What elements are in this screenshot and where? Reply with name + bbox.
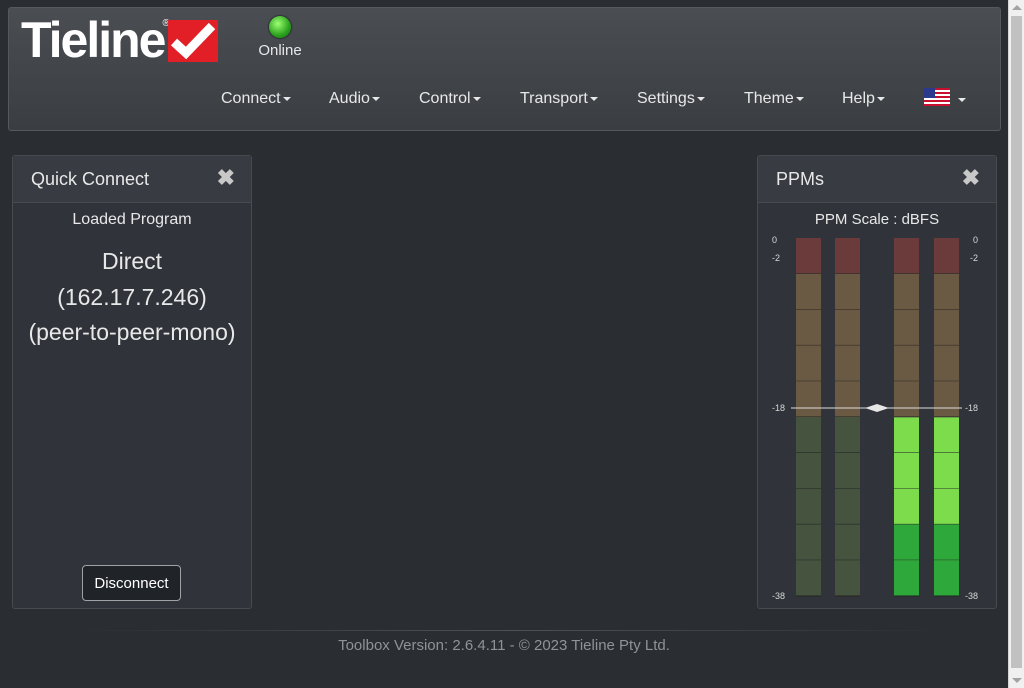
ppm-active-segment bbox=[894, 452, 919, 489]
disconnect-button[interactable]: Disconnect bbox=[82, 565, 181, 601]
nav-help[interactable]: Help bbox=[842, 90, 885, 108]
nav-help-label: Help bbox=[842, 90, 875, 107]
nav-transport-label: Transport bbox=[520, 90, 588, 107]
ppm-active-segment bbox=[934, 524, 959, 561]
program-mode: (peer-to-peer-mono) bbox=[28, 319, 236, 345]
ppm-reference-marker-icon bbox=[865, 404, 889, 412]
ppm-segment bbox=[894, 238, 919, 274]
ppm-segment bbox=[894, 273, 919, 310]
nav-settings-label: Settings bbox=[637, 90, 695, 107]
ppm-active-segment bbox=[894, 417, 919, 453]
ppm-segment bbox=[796, 238, 821, 274]
ppm-segment bbox=[934, 238, 959, 274]
ppm-active-segment bbox=[934, 452, 959, 489]
ppm-segment bbox=[835, 560, 860, 596]
ppm-active-segment bbox=[934, 488, 959, 525]
logo-text: Tieline bbox=[21, 12, 166, 68]
caret-down-icon bbox=[876, 96, 885, 101]
scroll-up-icon[interactable] bbox=[1012, 5, 1022, 10]
ppm-segment bbox=[934, 309, 959, 346]
ppm-segment bbox=[835, 273, 860, 310]
ppm-segment bbox=[796, 560, 821, 596]
us-flag-icon bbox=[924, 88, 950, 111]
caret-down-icon bbox=[371, 96, 380, 101]
ppm-active-segment bbox=[894, 524, 919, 561]
tieline-logo: Tieline ® bbox=[21, 14, 218, 66]
ppm-segment bbox=[835, 309, 860, 346]
program-name: Direct bbox=[101, 248, 163, 274]
ppm-segment bbox=[894, 309, 919, 346]
nav-audio[interactable]: Audio bbox=[329, 90, 380, 108]
ppm-segment bbox=[835, 238, 860, 274]
ppm-active-segment bbox=[934, 417, 959, 453]
caret-down-icon bbox=[282, 96, 291, 101]
ppm-segment bbox=[835, 417, 860, 453]
nav-connect-label: Connect bbox=[221, 90, 281, 107]
vertical-scrollbar[interactable] bbox=[1008, 0, 1024, 688]
ppm-segment bbox=[835, 345, 860, 382]
nav-theme-label: Theme bbox=[744, 90, 794, 107]
ppm-segment bbox=[835, 381, 860, 417]
ppm-tick-label: -2 bbox=[970, 253, 978, 263]
ppm-tick-label: -38 bbox=[965, 591, 978, 601]
nav-connect[interactable]: Connect bbox=[221, 90, 291, 108]
nav-control-label: Control bbox=[419, 90, 471, 107]
ppm-segment bbox=[796, 417, 821, 453]
nav-theme[interactable]: Theme bbox=[744, 90, 804, 108]
ppm-segment bbox=[796, 345, 821, 382]
nav-audio-label: Audio bbox=[329, 90, 370, 107]
close-icon[interactable]: ✖ bbox=[217, 167, 235, 189]
ppm-tick-label: 0 bbox=[973, 235, 978, 245]
ppm-active-segment bbox=[934, 560, 959, 596]
ppm-meters: 0 0 -2 -2 -18 -18 -38 -38 bbox=[772, 235, 978, 601]
caret-down-icon bbox=[589, 96, 598, 101]
ppm-segment bbox=[796, 452, 821, 489]
quick-connect-panel: Quick Connect ✖ Loaded Program Direct (1… bbox=[12, 155, 252, 609]
ppms-panel: PPMs ✖ PPM Scale : dBFS 0 0 -2 -2 -18 -18 -38-… bbox=[757, 155, 997, 609]
ppm-tick-label: -2 bbox=[772, 253, 780, 263]
nav-control[interactable]: Control bbox=[419, 90, 481, 108]
ppm-tick-label: -18 bbox=[965, 403, 978, 413]
loaded-program-label: Loaded Program bbox=[72, 211, 192, 228]
main-nav: Connect Audio Control Transport Settings… bbox=[9, 88, 1000, 112]
quick-connect-header: Quick Connect ✖ bbox=[13, 156, 251, 203]
status-led-icon bbox=[269, 16, 291, 38]
ppm-tick-label: -18 bbox=[772, 403, 785, 413]
caret-down-icon bbox=[472, 96, 481, 101]
app-header: Tieline ® Online Connect Audio Control T… bbox=[8, 7, 1001, 131]
ppm-segment bbox=[835, 524, 860, 561]
ppm-segment bbox=[934, 381, 959, 417]
ppm-segment bbox=[835, 488, 860, 525]
ppm-segment bbox=[835, 452, 860, 489]
footer-divider bbox=[70, 630, 950, 631]
ppm-segment bbox=[796, 524, 821, 561]
program-ip: (162.17.7.246) bbox=[57, 284, 207, 310]
ppm-segment bbox=[934, 345, 959, 382]
ppm-active-segment bbox=[894, 488, 919, 525]
ppm-segment bbox=[796, 381, 821, 417]
caret-down-icon bbox=[696, 96, 705, 101]
nav-transport[interactable]: Transport bbox=[520, 90, 598, 108]
scroll-down-icon[interactable] bbox=[1012, 678, 1022, 683]
ppm-tick-label: 0 bbox=[772, 235, 777, 245]
ppm-segment bbox=[796, 488, 821, 525]
panel-title: Quick Connect bbox=[31, 169, 150, 189]
status-label: Online bbox=[258, 42, 302, 59]
checkmark-logo-icon bbox=[167, 20, 218, 62]
ppm-segment bbox=[934, 273, 959, 310]
ppm-segment bbox=[796, 273, 821, 310]
nav-language[interactable] bbox=[924, 88, 966, 111]
ppm-segment bbox=[796, 309, 821, 346]
ppm-active-segment bbox=[894, 560, 919, 596]
caret-down-icon bbox=[958, 97, 966, 102]
ppm-segment bbox=[894, 345, 919, 382]
caret-down-icon bbox=[795, 96, 804, 101]
nav-settings[interactable]: Settings bbox=[637, 90, 705, 108]
ppm-tick-label: -38 bbox=[772, 591, 785, 601]
ppm-segment bbox=[894, 381, 919, 417]
scroll-thumb[interactable] bbox=[1011, 16, 1022, 668]
footer-text: Toolbox Version: 2.6.4.11 - © 2023 Tieli… bbox=[338, 637, 670, 654]
connection-status: Online bbox=[255, 16, 305, 59]
